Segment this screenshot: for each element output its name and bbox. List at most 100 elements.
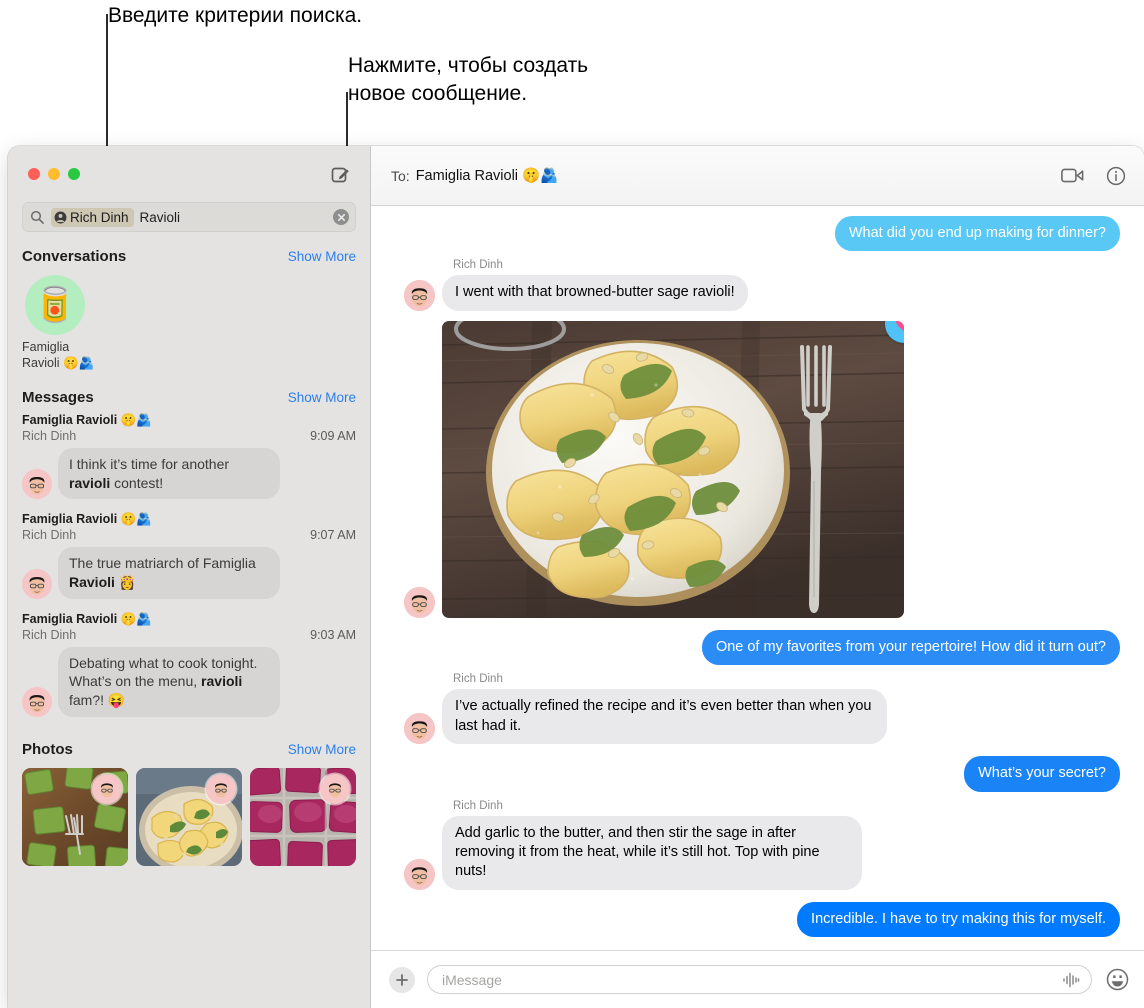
message-result-submeta: Rich Dinh 9:07 AM [22,527,356,542]
result-text-after: 👸 [114,574,137,591]
photo-results [8,762,370,866]
callout-search-label: Введите критерии поиска. [108,4,363,27]
message-bubble-incoming[interactable]: I’ve actually refined the recipe and it’… [442,689,887,745]
message-bubble-outgoing[interactable]: One of my favorites from your repertoire… [701,629,1120,666]
incoming-bubble-group: Add garlic to the butter, and then stir … [389,815,862,890]
message-sender-name: Rich Dinh [453,799,503,812]
message-bubble-outgoing[interactable]: What’s your secret? [964,756,1120,792]
compose-new-message-button[interactable] [326,160,354,188]
avatar [404,713,435,745]
sidebar: Rich Dinh Ravioli Conversations Show Mor… [8,146,370,1008]
emoji-picker-button[interactable] [1104,968,1130,991]
imessage-input[interactable]: iMessage [427,965,1092,994]
photo-result-thumbnail[interactable] [136,767,242,866]
message-row-outgoing: Incredible. I have to try making this fo… [389,901,1122,938]
plus-icon [396,973,408,986]
memoji-avatar-icon [404,713,435,745]
audio-message-button[interactable] [1061,972,1081,988]
message-row-incoming: Add garlic to the butter, and then stir … [389,815,1122,890]
section-header-messages: Messages Show More [8,383,370,410]
avatar [404,586,435,618]
section-title-photos: Photos [22,740,73,758]
memoji-avatar-icon [404,279,435,311]
result-text-highlight: Ravioli [69,574,115,591]
search-icon [30,210,45,224]
show-more-messages[interactable]: Show More [288,390,356,405]
messages-window: Rich Dinh Ravioli Conversations Show Mor… [8,146,1144,1008]
photo-result-thumbnail[interactable] [250,767,356,866]
message-result-item[interactable]: Famiglia Ravioli 🤫🫂 Rich Dinh 9:03 AM De… [8,609,370,727]
message-sender-name: Rich Dinh [453,673,503,686]
result-text-highlight: ravioli [201,673,243,690]
search-results-list[interactable]: Conversations Show More 🥫 Famiglia Ravio… [8,242,370,1008]
facetime-video-button[interactable] [1061,167,1084,184]
message-bubble-outgoing[interactable]: What did you end up making for dinner? [834,216,1120,252]
message-result-text: I think it’s time for another ravioli co… [58,448,280,500]
minimize-button[interactable] [48,168,60,180]
message-row-photo-attachment [389,313,1122,622]
section-header-photos: Photos Show More [8,735,370,762]
section-title-conversations: Conversations [22,248,127,265]
search-clear-button[interactable] [333,209,349,225]
photo-result-thumbnail[interactable] [22,767,128,866]
photo-sender-avatar [320,773,350,804]
message-result-bubble-row: I think it’s time for another ravioli co… [22,448,356,500]
compose-square-pencil-icon [331,167,349,182]
photo-attachment-group [389,320,904,618]
close-button[interactable] [28,168,40,180]
callout-compose-line1: Нажмите, чтобы создать [348,54,589,77]
message-result-bubble-row: Debating what to cook tonight. What’s on… [22,646,356,717]
message-thread[interactable]: What did you end up making for dinner? R… [371,206,1144,950]
conversation-result-item[interactable]: 🥫 Famiglia Ravioli 🤫🫂 [22,275,102,371]
search-input[interactable]: Rich Dinh Ravioli [22,202,356,232]
message-result-bubble-row: The true matriarch of Famiglia Ravioli 👸 [22,547,356,599]
person-circle-icon [54,211,67,223]
memoji-avatar-icon [404,586,435,618]
clear-circle-x-icon [337,213,345,221]
section-title-messages: Messages [22,389,94,407]
conversation-name: Famiglia Ravioli 🤫🫂 [22,340,95,370]
video-camera-icon [1061,168,1084,183]
message-result-text: Debating what to cook tonight. What’s on… [58,646,280,717]
callout-compose-line2: новое сообщение. [348,81,528,105]
add-attachment-button[interactable] [389,966,415,993]
search-token-contact[interactable]: Rich Dinh [51,207,134,227]
message-result-time: 9:03 AM [310,627,356,642]
conversation-details-button[interactable] [1106,166,1126,186]
message-result-time: 9:09 AM [310,429,356,444]
message-row-incoming: I’ve actually refined the recipe and it’… [389,689,1122,745]
smiley-face-icon [1106,968,1128,991]
memoji-avatar-icon [95,776,119,801]
avatar [22,686,52,717]
header-actions [1061,166,1126,186]
callout-compose-label: Нажмите, чтобы создать новое сообщение. [348,52,588,108]
photo-sender-avatar [206,773,236,804]
conversation-results: 🥫 Famiglia Ravioli 🤫🫂 [8,269,370,383]
message-result-sender: Rich Dinh [22,627,77,642]
message-result-group: Famiglia Ravioli 🤫🫂 [22,611,152,626]
zoom-button[interactable] [68,168,80,180]
conversation-pane: To: Famiglia Ravioli 🤫🫂 What did you end… [370,146,1144,1008]
recipient-name[interactable]: Famiglia Ravioli 🤫🫂 [416,167,558,184]
memoji-avatar-icon [22,568,52,599]
show-more-photos[interactable]: Show More [288,742,356,757]
memoji-avatar-icon [22,469,52,500]
message-result-sender: Rich Dinh [22,528,77,543]
message-bubble-incoming[interactable]: I went with that browned-butter sage rav… [442,275,748,311]
window-traffic-lights [28,168,80,180]
tomato-can-emoji-icon: 🥫 [33,286,77,324]
memoji-avatar-icon [323,776,347,801]
show-more-conversations[interactable]: Show More [288,249,356,264]
message-result-item[interactable]: Famiglia Ravioli 🤫🫂 Rich Dinh 9:07 AM Th… [8,509,370,608]
message-sender-name: Rich Dinh [453,259,503,272]
incoming-bubble-group: I went with that browned-butter sage rav… [389,275,748,311]
avatar [22,568,52,599]
message-result-submeta: Rich Dinh 9:03 AM [22,627,356,642]
message-bubble-outgoing[interactable]: Incredible. I have to try making this fo… [797,901,1120,938]
message-row-incoming: I went with that browned-butter sage rav… [389,275,1122,311]
message-bubble-incoming[interactable]: Add garlic to the butter, and then stir … [442,815,862,890]
search-container: Rich Dinh Ravioli [8,202,370,242]
info-circle-icon [1106,166,1126,185]
ravioli-photo-attachment[interactable] [442,320,904,618]
message-result-item[interactable]: Famiglia Ravioli 🤫🫂 Rich Dinh 9:09 AM I … [8,410,370,509]
